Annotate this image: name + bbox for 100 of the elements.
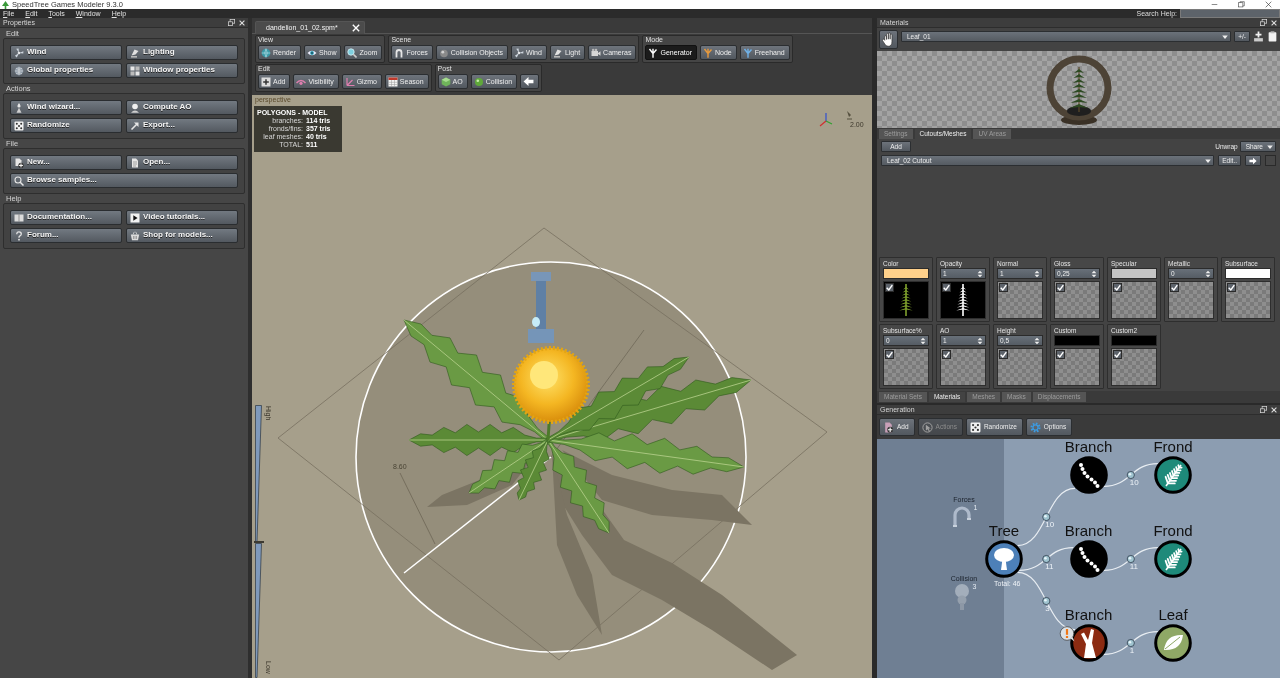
globe-icon bbox=[14, 65, 24, 76]
connection-dot-icon[interactable] bbox=[1126, 471, 1135, 479]
search-field[interactable] bbox=[1180, 9, 1280, 18]
play-icon bbox=[130, 212, 140, 223]
panel-button[interactable]: Documentation... bbox=[10, 210, 122, 225]
node-label: Branch bbox=[1064, 439, 1113, 455]
tick-icon bbox=[1000, 284, 1007, 291]
checkbox[interactable] bbox=[885, 283, 894, 292]
panel-button[interactable]: Wind wizard... bbox=[10, 100, 122, 115]
color-swatch[interactable] bbox=[1111, 268, 1157, 279]
panel-button[interactable]: Randomize bbox=[10, 118, 122, 133]
checkbox[interactable] bbox=[942, 283, 951, 292]
texture-slot[interactable] bbox=[940, 281, 986, 319]
panel-button[interactable]: Export... bbox=[126, 118, 238, 133]
texture-slot[interactable] bbox=[883, 281, 929, 319]
lamp-icon bbox=[552, 47, 563, 58]
minimize-icon[interactable] bbox=[1211, 1, 1218, 8]
connection-dot-icon[interactable] bbox=[1042, 597, 1051, 605]
lod-slider-thumb[interactable] bbox=[254, 540, 264, 543]
float-icon[interactable] bbox=[1260, 19, 1267, 26]
leaf-node-icon[interactable] bbox=[1154, 624, 1192, 662]
camera-icon bbox=[591, 47, 602, 58]
close-icon[interactable] bbox=[1265, 1, 1272, 8]
panel-button[interactable]: Forum... bbox=[10, 228, 122, 243]
connection-dot-icon[interactable] bbox=[1126, 555, 1135, 563]
node-label: Branch bbox=[1064, 523, 1113, 539]
color-swatch[interactable] bbox=[1111, 335, 1157, 346]
arrow-left-button[interactable] bbox=[520, 74, 540, 89]
panel-button[interactable]: Open... bbox=[126, 155, 238, 170]
leaf-texture-drawing bbox=[899, 283, 913, 317]
lod-slider[interactable] bbox=[255, 405, 262, 678]
panel-button[interactable]: Compute AO bbox=[126, 100, 238, 115]
chain-node-icon[interactable] bbox=[1069, 456, 1108, 494]
tree-node-icon[interactable] bbox=[985, 540, 1023, 578]
tick-icon bbox=[1228, 284, 1235, 291]
cube-icon bbox=[440, 76, 451, 87]
panel-button[interactable]: Global properties bbox=[10, 63, 122, 78]
plus-icon[interactable] bbox=[1253, 31, 1264, 42]
checkbox[interactable] bbox=[999, 283, 1008, 292]
magnet-icon[interactable] bbox=[950, 504, 973, 528]
arrow-left-icon bbox=[523, 76, 535, 87]
gizmo-drawing[interactable] bbox=[528, 272, 554, 343]
color-swatch[interactable] bbox=[883, 268, 929, 279]
connector bbox=[1103, 547, 1159, 571]
chain-node-icon[interactable] bbox=[1069, 540, 1108, 578]
spinner-icon bbox=[976, 269, 984, 278]
float-icon[interactable] bbox=[228, 19, 235, 26]
connection-dot-icon[interactable] bbox=[1042, 513, 1051, 521]
checkbox[interactable] bbox=[1170, 283, 1179, 292]
book-icon bbox=[14, 212, 24, 223]
tick-icon bbox=[1114, 284, 1121, 291]
fan-icon bbox=[513, 47, 524, 58]
fern-node-icon[interactable] bbox=[1154, 456, 1192, 494]
checkbox[interactable] bbox=[1113, 350, 1122, 359]
count-label: 3 bbox=[1045, 604, 1050, 613]
checkbox[interactable] bbox=[1056, 283, 1065, 292]
globe-icon bbox=[261, 47, 271, 58]
node-label: Branch bbox=[1064, 607, 1113, 623]
spinner-icon bbox=[976, 336, 984, 345]
checkbox[interactable] bbox=[942, 350, 951, 359]
magnifier-icon bbox=[347, 47, 358, 58]
caret-icon bbox=[1204, 156, 1213, 165]
color-swatch[interactable] bbox=[1225, 268, 1271, 279]
panel-button[interactable]: Video tutorials... bbox=[126, 210, 238, 225]
clipboard-icon[interactable] bbox=[1267, 31, 1278, 42]
ball-icon bbox=[438, 47, 449, 58]
arrow-right-button[interactable] bbox=[1245, 155, 1261, 166]
float-icon[interactable] bbox=[1260, 406, 1267, 413]
fan-icon bbox=[14, 47, 24, 58]
panel-button[interactable]: Lighting bbox=[126, 45, 238, 60]
connection-dot-icon[interactable] bbox=[1042, 555, 1051, 563]
node-label: Leaf bbox=[1158, 607, 1188, 623]
tick-icon bbox=[1171, 284, 1178, 291]
panel-button[interactable]: New... bbox=[10, 155, 122, 170]
trunk-node-icon[interactable] bbox=[1069, 624, 1108, 662]
branch-icon bbox=[742, 47, 753, 58]
document-icon bbox=[130, 157, 140, 168]
add-icon bbox=[883, 421, 894, 433]
checkbox[interactable] bbox=[1113, 283, 1122, 292]
checkbox[interactable] bbox=[999, 350, 1008, 359]
panel-button[interactable]: Wind bbox=[10, 45, 122, 60]
panel-button[interactable]: Window properties bbox=[126, 63, 238, 78]
basket-icon bbox=[130, 230, 140, 241]
caret-icon bbox=[1221, 32, 1230, 41]
node-label: Tree bbox=[988, 523, 1020, 539]
restore-icon[interactable] bbox=[1238, 1, 1245, 8]
connection-dot-icon[interactable] bbox=[1126, 639, 1135, 647]
panel-button[interactable]: Browse samples... bbox=[10, 173, 238, 188]
spinner-icon bbox=[1090, 269, 1098, 278]
checkbox[interactable] bbox=[1227, 283, 1236, 292]
checkbox[interactable] bbox=[1056, 350, 1065, 359]
fern-node-icon[interactable] bbox=[1154, 540, 1192, 578]
tick-icon bbox=[886, 351, 893, 358]
checkbox[interactable] bbox=[885, 350, 894, 359]
hand-button[interactable] bbox=[879, 30, 898, 49]
caret-icon bbox=[1266, 142, 1274, 151]
panel-button[interactable]: Shop for models... bbox=[126, 228, 238, 243]
spinner-icon bbox=[1033, 269, 1041, 278]
tick-icon bbox=[886, 284, 893, 291]
color-swatch[interactable] bbox=[1054, 335, 1100, 346]
